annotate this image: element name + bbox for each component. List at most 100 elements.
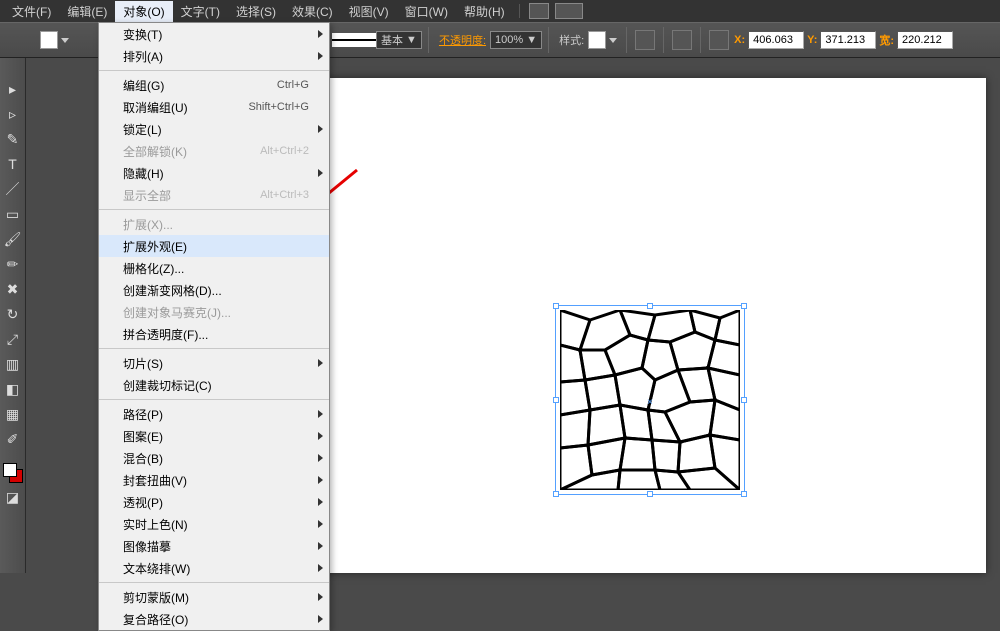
menu-item-label: 透视(P)	[123, 494, 163, 511]
selected-artwork[interactable]: ×	[560, 310, 740, 490]
fill-swatch-control[interactable]	[40, 31, 72, 49]
gradient-tool-icon[interactable]: ▦	[2, 403, 24, 425]
pen-tool-icon[interactable]: ✎	[2, 128, 24, 150]
menu-item-17[interactable]: 切片(S)	[99, 352, 329, 374]
submenu-arrow-icon	[318, 498, 323, 506]
layout-icon[interactable]	[529, 3, 549, 19]
menu-item-label: 拼合透明度(F)...	[123, 326, 208, 343]
y-value-field[interactable]: 371.213	[820, 31, 876, 49]
submenu-arrow-icon	[318, 410, 323, 418]
selection-tool-icon[interactable]: ▸	[2, 78, 24, 100]
menu-item-label: 创建渐变网格(D)...	[123, 282, 222, 299]
menu-item-1[interactable]: 排列(A)	[99, 45, 329, 67]
center-mark-icon: ×	[647, 397, 653, 403]
menu-item-label: 图像描摹	[123, 538, 171, 555]
menu-item-23[interactable]: 封套扭曲(V)	[99, 469, 329, 491]
y-label: Y:	[807, 34, 817, 46]
menu-item-5[interactable]: 锁定(L)	[99, 118, 329, 140]
menu-file[interactable]: 文件(F)	[4, 1, 59, 22]
resize-handle-br[interactable]	[741, 491, 747, 497]
menu-text[interactable]: 文字(T)	[173, 1, 228, 22]
submenu-arrow-icon	[318, 454, 323, 462]
x-value-field[interactable]: 406.063	[748, 31, 804, 49]
menu-effect[interactable]: 效果(C)	[284, 1, 341, 22]
menu-item-29[interactable]: 剪切蒙版(M)	[99, 586, 329, 608]
stroke-preview[interactable]	[332, 33, 376, 47]
resize-handle-bm[interactable]	[647, 491, 653, 497]
menu-item-22[interactable]: 混合(B)	[99, 447, 329, 469]
opacity-combo[interactable]: 100% ▼	[490, 31, 542, 49]
width-tool-icon[interactable]: ▥	[2, 353, 24, 375]
line-tool-icon[interactable]: ／	[2, 178, 24, 200]
menu-item-11[interactable]: 扩展外观(E)	[99, 235, 329, 257]
shape-builder-tool-icon[interactable]: ◧	[2, 378, 24, 400]
menu-divider	[99, 582, 329, 583]
menu-shortcut: Ctrl+G	[277, 79, 309, 91]
menu-item-label: 栅格化(Z)...	[123, 260, 184, 277]
w-value-field[interactable]: 220.212	[897, 31, 953, 49]
transform-anchor-icon[interactable]	[709, 30, 729, 50]
menu-item-label: 编组(G)	[123, 77, 164, 94]
draw-mode-icon[interactable]: ◪	[2, 486, 24, 508]
align-icon[interactable]	[672, 30, 692, 50]
resize-handle-tr[interactable]	[741, 303, 747, 309]
style-label: 样式:	[559, 32, 584, 48]
menu-item-14: 创建对象马赛克(J)...	[99, 301, 329, 323]
style-swatch[interactable]	[588, 31, 606, 49]
resize-handle-ml[interactable]	[553, 397, 559, 403]
pencil-tool-icon[interactable]: ✏	[2, 253, 24, 275]
menu-item-15[interactable]: 拼合透明度(F)...	[99, 323, 329, 345]
menu-divider	[99, 399, 329, 400]
resize-handle-tl[interactable]	[553, 303, 559, 309]
menu-help[interactable]: 帮助(H)	[456, 1, 513, 22]
menu-item-7[interactable]: 隐藏(H)	[99, 162, 329, 184]
scale-tool-icon[interactable]: ⤢	[2, 328, 24, 350]
resize-handle-mr[interactable]	[741, 397, 747, 403]
menu-item-13[interactable]: 创建渐变网格(D)...	[99, 279, 329, 301]
menu-item-0[interactable]: 变换(T)	[99, 23, 329, 45]
menu-select[interactable]: 选择(S)	[228, 1, 284, 22]
menu-item-label: 混合(B)	[123, 450, 163, 467]
submenu-arrow-icon	[318, 476, 323, 484]
resize-handle-bl[interactable]	[553, 491, 559, 497]
submenu-arrow-icon	[318, 30, 323, 38]
eyedropper-tool-icon[interactable]: ✐	[2, 428, 24, 450]
toolbox: ▸ ▹ ✎ T ／ ▭ 🖌 ✏ ✖ ↻ ⤢ ▥ ◧ ▦ ✐ ◪	[0, 58, 26, 573]
opacity-label[interactable]: 不透明度:	[439, 32, 486, 48]
menu-divider	[99, 209, 329, 210]
brush-tool-icon[interactable]: 🖌	[2, 228, 24, 250]
direct-select-tool-icon[interactable]: ▹	[2, 103, 24, 125]
menu-item-27[interactable]: 文本绕排(W)	[99, 557, 329, 579]
rectangle-tool-icon[interactable]: ▭	[2, 203, 24, 225]
stroke-preset-combo[interactable]: 基本 ▼	[376, 31, 422, 49]
menu-item-label: 扩展外观(E)	[123, 238, 187, 255]
menu-item-18[interactable]: 创建裁切标记(C)	[99, 374, 329, 396]
menu-item-label: 剪切蒙版(M)	[123, 589, 189, 606]
type-tool-icon[interactable]: T	[2, 153, 24, 175]
menu-item-4[interactable]: 取消编组(U)Shift+Ctrl+G	[99, 96, 329, 118]
menu-object[interactable]: 对象(O)	[115, 1, 172, 22]
menu-item-30[interactable]: 复合路径(O)	[99, 608, 329, 630]
fill-stroke-swatch-icon[interactable]	[3, 463, 23, 483]
menu-item-label: 全部解锁(K)	[123, 143, 187, 160]
menu-item-26[interactable]: 图像描摹	[99, 535, 329, 557]
submenu-arrow-icon	[318, 593, 323, 601]
workspace-switch-icon[interactable]	[555, 3, 583, 19]
menu-item-label: 变换(T)	[123, 26, 162, 43]
selection-bounding-box: ×	[555, 305, 745, 495]
menu-window[interactable]: 窗口(W)	[397, 1, 456, 22]
menu-edit[interactable]: 编辑(E)	[59, 1, 115, 22]
menu-item-25[interactable]: 实时上色(N)	[99, 513, 329, 535]
menu-view[interactable]: 视图(V)	[341, 1, 397, 22]
resize-handle-tm[interactable]	[647, 303, 653, 309]
menu-item-3[interactable]: 编组(G) Ctrl+G	[99, 74, 329, 96]
rotate-tool-icon[interactable]: ↻	[2, 303, 24, 325]
menu-item-24[interactable]: 透视(P)	[99, 491, 329, 513]
eraser-tool-icon[interactable]: ✖	[2, 278, 24, 300]
menu-item-12[interactable]: 栅格化(Z)...	[99, 257, 329, 279]
menu-item-21[interactable]: 图案(E)	[99, 425, 329, 447]
menu-item-label: 复合路径(O)	[123, 611, 188, 628]
menu-item-20[interactable]: 路径(P)	[99, 403, 329, 425]
recolor-icon[interactable]	[635, 30, 655, 50]
submenu-arrow-icon	[318, 564, 323, 572]
